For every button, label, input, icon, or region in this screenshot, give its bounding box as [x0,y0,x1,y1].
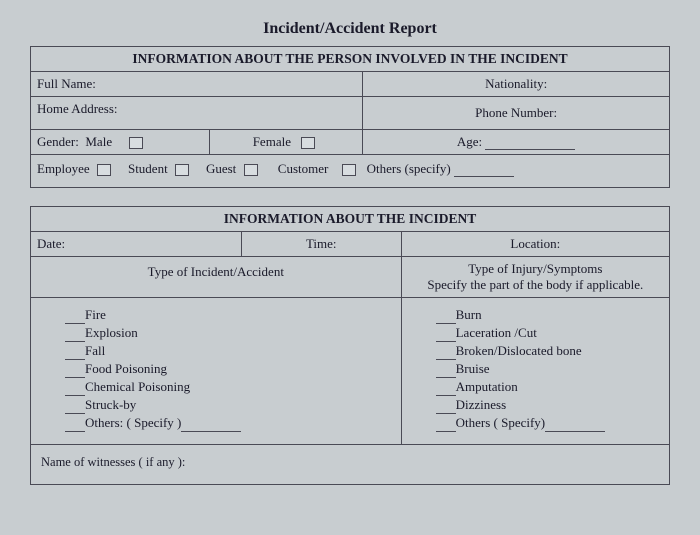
incident-info-table: INFORMATION ABOUT THE INCIDENT Date: Tim… [30,206,670,485]
customer-checkbox[interactable] [342,164,356,176]
nationality-cell[interactable]: Nationality: [363,72,670,97]
injury-type-row: Dizziness [436,396,653,414]
incident-types-cell: Fire Explosion Fall Food Poisoning Chemical … [31,298,402,445]
injury-types-cell: Burn Laceration /Cut Broken/Dislocated bon… [401,298,669,445]
type-injury-header-cell: Type of Injury/Symptoms Specify the part… [401,257,669,298]
person-info-table: INFORMATION ABOUT THE PERSON INVOLVED IN… [30,46,670,188]
witness-cell[interactable]: Name of witnesses ( if any ): [31,445,670,485]
full-name-label: Full Name: [37,76,96,91]
section2-header: INFORMATION ABOUT THE INCIDENT [31,207,670,232]
injury-type-blank[interactable] [436,347,456,360]
employee-checkbox[interactable] [97,164,111,176]
date-cell[interactable]: Date: [31,232,242,257]
incident-type-row: Fire [65,306,385,324]
phone-cell[interactable]: Phone Number: [363,97,670,130]
student-checkbox[interactable] [175,164,189,176]
home-address-cell[interactable]: Home Address: [31,97,363,130]
incident-type-label: Struck-by [85,397,136,412]
incident-type-others-blank[interactable] [181,419,241,432]
gender-label: Gender: [37,134,79,149]
incident-type-blank[interactable] [65,365,85,378]
injury-type-label: Dizziness [456,397,507,412]
incident-type-row: Food Poisoning [65,360,385,378]
female-checkbox[interactable] [301,137,315,149]
injury-type-blank[interactable] [436,419,456,432]
incident-type-label: Others: ( Specify ) [85,415,181,430]
male-label: Male [85,134,112,149]
gender-male-cell: Gender: Male [31,130,210,155]
incident-type-blank[interactable] [65,419,85,432]
role-row: Employee Student Guest Customer Others (… [31,155,670,188]
age-blank[interactable] [485,137,575,150]
page-title: Incident/Accident Report [30,20,670,38]
female-label: Female [253,134,291,149]
full-name-cell[interactable]: Full Name: [31,72,363,97]
location-label: Location: [510,236,560,251]
date-label: Date: [37,236,65,251]
incident-type-row: Explosion [65,324,385,342]
others-role-label: Others (specify) [367,161,451,176]
incident-type-blank[interactable] [65,329,85,342]
injury-type-blank[interactable] [436,311,456,324]
injury-type-blank[interactable] [436,401,456,414]
injury-type-label: Broken/Dislocated bone [456,343,582,358]
injury-type-label: Amputation [456,379,518,394]
incident-type-row: Fall [65,342,385,360]
injury-type-label: Others ( Specify) [456,415,546,430]
type-incident-header-cell: Type of Incident/Accident [31,257,402,298]
type-injury-sub: Specify the part of the body if applicab… [427,277,643,292]
phone-label: Phone Number: [475,105,557,120]
injury-type-row: Others ( Specify) [436,414,653,432]
incident-type-row: Chemical Poisoning [65,378,385,396]
incident-type-label: Chemical Poisoning [85,379,190,394]
incident-type-label: Fire [85,307,106,322]
gender-female-cell: Female [209,130,362,155]
incident-type-row: Others: ( Specify ) [65,414,385,432]
age-cell[interactable]: Age: [363,130,670,155]
time-cell[interactable]: Time: [241,232,401,257]
injury-type-row: Laceration /Cut [436,324,653,342]
witness-label: Name of witnesses ( if any ): [41,455,185,469]
type-incident-header: Type of Incident/Accident [148,264,284,279]
injury-type-others-blank[interactable] [545,419,605,432]
employee-label: Employee [37,161,90,176]
guest-label: Guest [206,161,236,176]
incident-type-label: Food Poisoning [85,361,167,376]
injury-type-label: Burn [456,307,482,322]
guest-checkbox[interactable] [244,164,258,176]
injury-type-row: Bruise [436,360,653,378]
incident-type-row: Struck-by [65,396,385,414]
section1-header: INFORMATION ABOUT THE PERSON INVOLVED IN… [31,47,670,72]
incident-type-blank[interactable] [65,383,85,396]
incident-type-label: Fall [85,343,105,358]
home-address-label: Home Address: [37,101,118,116]
incident-type-blank[interactable] [65,311,85,324]
incident-type-label: Explosion [85,325,138,340]
others-role-blank[interactable] [454,164,514,177]
incident-type-blank[interactable] [65,347,85,360]
injury-type-blank[interactable] [436,365,456,378]
male-checkbox[interactable] [129,137,143,149]
injury-type-blank[interactable] [436,329,456,342]
type-injury-header: Type of Injury/Symptoms [468,261,602,276]
incident-type-blank[interactable] [65,401,85,414]
injury-type-row: Amputation [436,378,653,396]
location-cell[interactable]: Location: [401,232,669,257]
customer-label: Customer [278,161,329,176]
student-label: Student [128,161,168,176]
injury-type-row: Broken/Dislocated bone [436,342,653,360]
injury-type-label: Bruise [456,361,490,376]
injury-type-row: Burn [436,306,653,324]
nationality-label: Nationality: [485,76,547,91]
age-label: Age: [457,134,482,149]
injury-type-blank[interactable] [436,383,456,396]
injury-type-label: Laceration /Cut [456,325,537,340]
time-label: Time: [306,236,337,251]
